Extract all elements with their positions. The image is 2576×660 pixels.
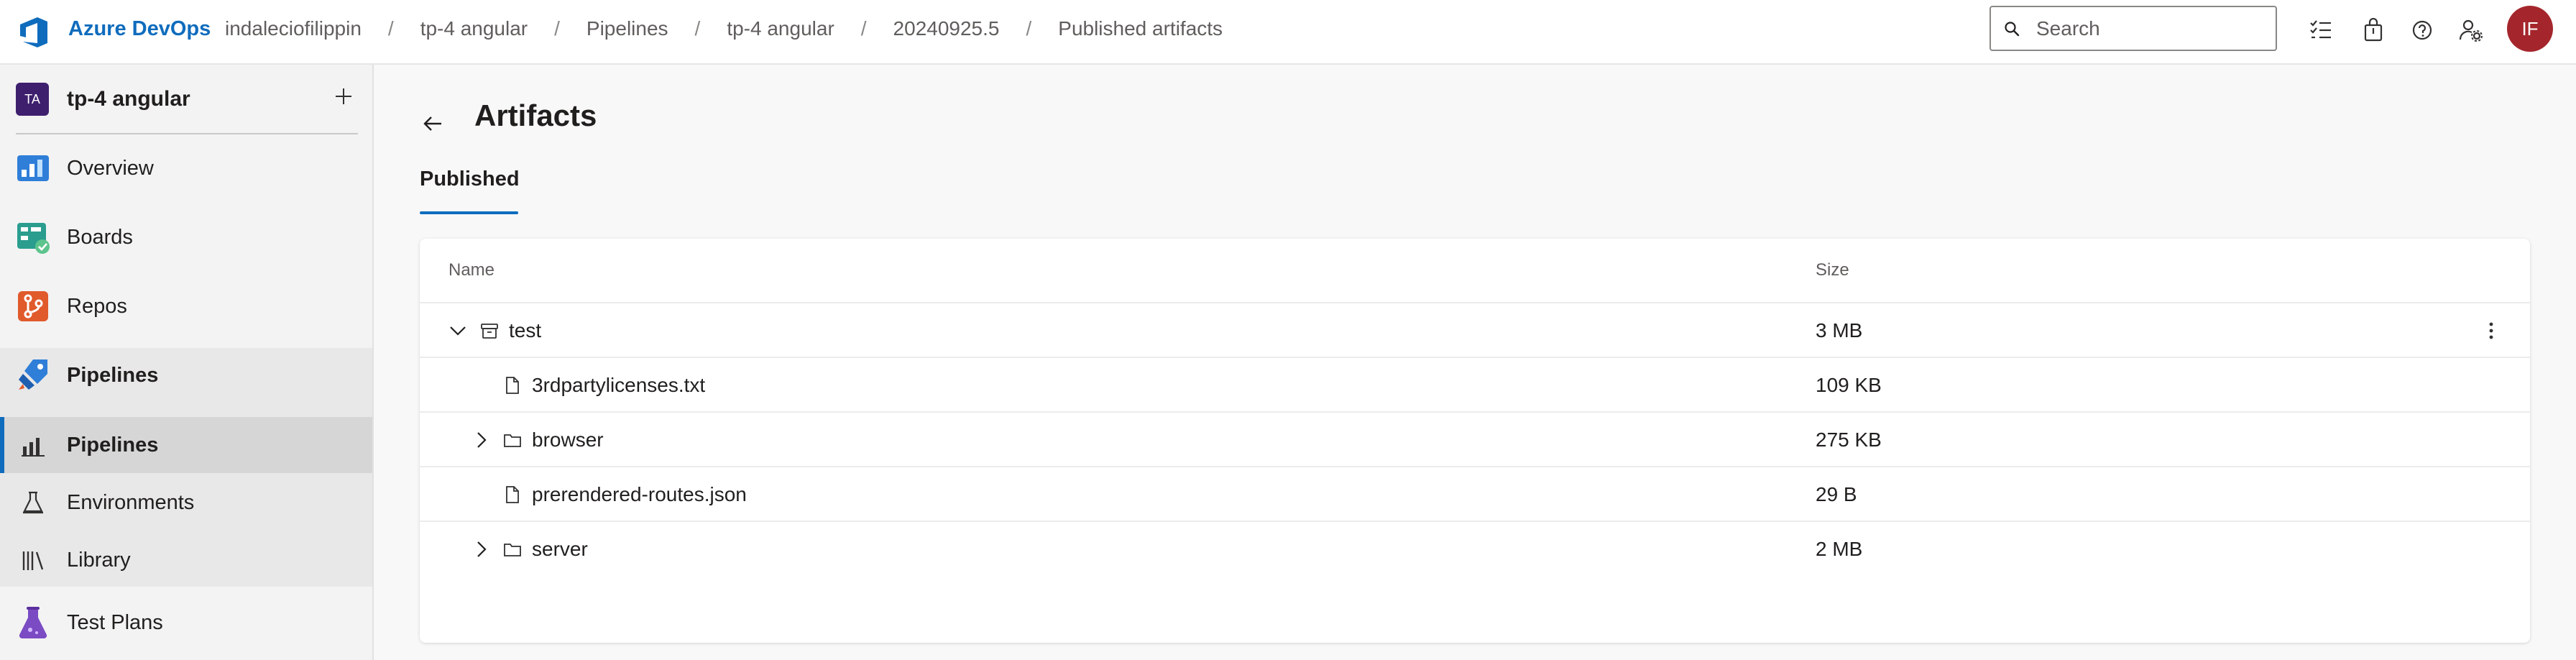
shopping-bag-icon[interactable] — [2359, 16, 2388, 45]
page-title: Artifacts — [474, 98, 597, 132]
breadcrumb-pipeline[interactable]: tp-4 angular — [727, 17, 834, 41]
breadcrumb-separator: / — [694, 17, 701, 40]
breadcrumb-organization[interactable]: indaleciofilippin — [225, 17, 362, 41]
user-settings-icon[interactable] — [2457, 16, 2485, 45]
file-size: 109 KB — [1816, 374, 1882, 396]
breadcrumb-pipelines[interactable]: Pipelines — [586, 17, 668, 41]
breadcrumb-separator: / — [554, 17, 560, 40]
column-header-name[interactable]: Name — [448, 239, 494, 302]
pipelines-icon — [19, 359, 47, 390]
breadcrumb: indaleciofilippin / tp-4 angular / Pipel… — [225, 17, 1223, 41]
chevron-right-icon[interactable] — [470, 428, 493, 452]
project-name[interactable]: tp-4 angular — [67, 86, 190, 112]
sidebar-item-boards[interactable]: Boards — [0, 214, 372, 260]
sidebar-subitem-environments[interactable]: Environments — [0, 475, 372, 531]
sidebar-item-label: Library — [67, 549, 131, 572]
project-header: TA tp-4 angular — [0, 65, 374, 129]
table-row[interactable]: server 2 MB — [420, 521, 2530, 575]
folder-icon — [504, 434, 521, 447]
search-input[interactable] — [2036, 17, 2266, 40]
sidebar-subitem-pipelines[interactable]: Pipelines — [0, 417, 372, 473]
divider — [16, 133, 358, 134]
sidebar-subitem-library[interactable]: Library — [0, 532, 372, 588]
search-icon — [2005, 21, 2020, 36]
library-icon — [22, 551, 44, 570]
back-button[interactable] — [418, 109, 447, 138]
tab-selected-indicator — [420, 211, 518, 214]
breadcrumb-project[interactable]: tp-4 angular — [420, 17, 528, 41]
boards-icon — [17, 223, 50, 254]
breadcrumb-separator: / — [860, 17, 867, 40]
breadcrumb-separator: / — [1026, 17, 1032, 40]
file-icon — [506, 486, 519, 503]
sidebar-item-label: Repos — [67, 295, 127, 318]
sidebar-item-label: Pipelines — [67, 434, 159, 457]
sidebar-item-overview[interactable]: Overview — [0, 145, 372, 191]
search-box[interactable] — [1990, 6, 2277, 51]
table-row[interactable]: test 3 MB — [420, 302, 2530, 357]
folder-size: 275 KB — [1816, 428, 1882, 451]
sidebar-item-pipelines[interactable]: Pipelines — [0, 352, 372, 398]
sidebar-item-label: Boards — [67, 226, 133, 249]
sidebar-item-label: Test Plans — [67, 611, 163, 634]
chevron-down-icon[interactable] — [446, 319, 469, 342]
environments-icon — [23, 491, 43, 514]
folder-name[interactable]: server — [532, 522, 588, 577]
file-size: 29 B — [1816, 483, 1857, 505]
more-options-button[interactable] — [2478, 318, 2504, 344]
project-avatar: TA — [16, 83, 49, 116]
table-row[interactable]: prerendered-routes.json 29 B — [420, 466, 2530, 521]
top-bar: Azure DevOps indaleciofilippin / tp-4 an… — [0, 0, 2576, 65]
tab-published[interactable]: Published — [420, 167, 520, 191]
avatar[interactable]: IF — [2507, 6, 2553, 52]
folder-size: 2 MB — [1816, 538, 1863, 560]
azure-devops-logo-icon[interactable] — [16, 14, 52, 50]
help-icon[interactable] — [2408, 16, 2437, 45]
add-button[interactable] — [328, 81, 359, 112]
artifact-size: 3 MB — [1816, 319, 1863, 342]
file-name[interactable]: 3rdpartylicenses.txt — [532, 358, 705, 413]
table-row[interactable]: 3rdpartylicenses.txt 109 KB — [420, 357, 2530, 411]
folder-icon — [504, 544, 521, 556]
sidebar-item-test-plans[interactable]: Test Plans — [0, 600, 372, 646]
breadcrumb-run[interactable]: 20240925.5 — [893, 17, 1000, 41]
test-plans-icon — [19, 607, 47, 639]
arrow-left-icon — [423, 116, 441, 131]
file-icon — [506, 377, 519, 394]
artifact-box-icon — [481, 324, 498, 339]
folder-name[interactable]: browser — [532, 413, 604, 467]
column-header-size[interactable]: Size — [1816, 239, 1849, 302]
file-name[interactable]: prerendered-routes.json — [532, 467, 747, 522]
more-vertical-icon — [2489, 322, 2493, 339]
chevron-right-icon[interactable] — [470, 538, 493, 561]
sidebar-item-label: Environments — [67, 491, 195, 514]
table-row[interactable]: browser 275 KB — [420, 411, 2530, 466]
pipelines-sub-icon — [22, 438, 45, 457]
sidebar-item-repos[interactable]: Repos — [0, 283, 372, 329]
repos-icon — [18, 291, 48, 321]
overview-icon — [17, 155, 49, 181]
artifact-name[interactable]: test — [509, 303, 541, 358]
breadcrumb-current-page[interactable]: Published artifacts — [1058, 17, 1223, 41]
breadcrumb-separator: / — [387, 17, 394, 40]
brand-name[interactable]: Azure DevOps — [68, 17, 211, 41]
sidebar: TA tp-4 angular Overview Boards Repos Pi… — [0, 65, 374, 660]
sidebar-item-label: Overview — [67, 157, 154, 180]
plus-icon — [336, 88, 351, 104]
sidebar-item-label: Pipelines — [67, 364, 159, 387]
task-list-icon[interactable] — [2306, 16, 2335, 45]
artifacts-table: Name Size test 3 MB 3rdpartylicenses.txt… — [420, 239, 2530, 643]
main-content: Artifacts Published Name Size test 3 MB — [375, 66, 2576, 660]
